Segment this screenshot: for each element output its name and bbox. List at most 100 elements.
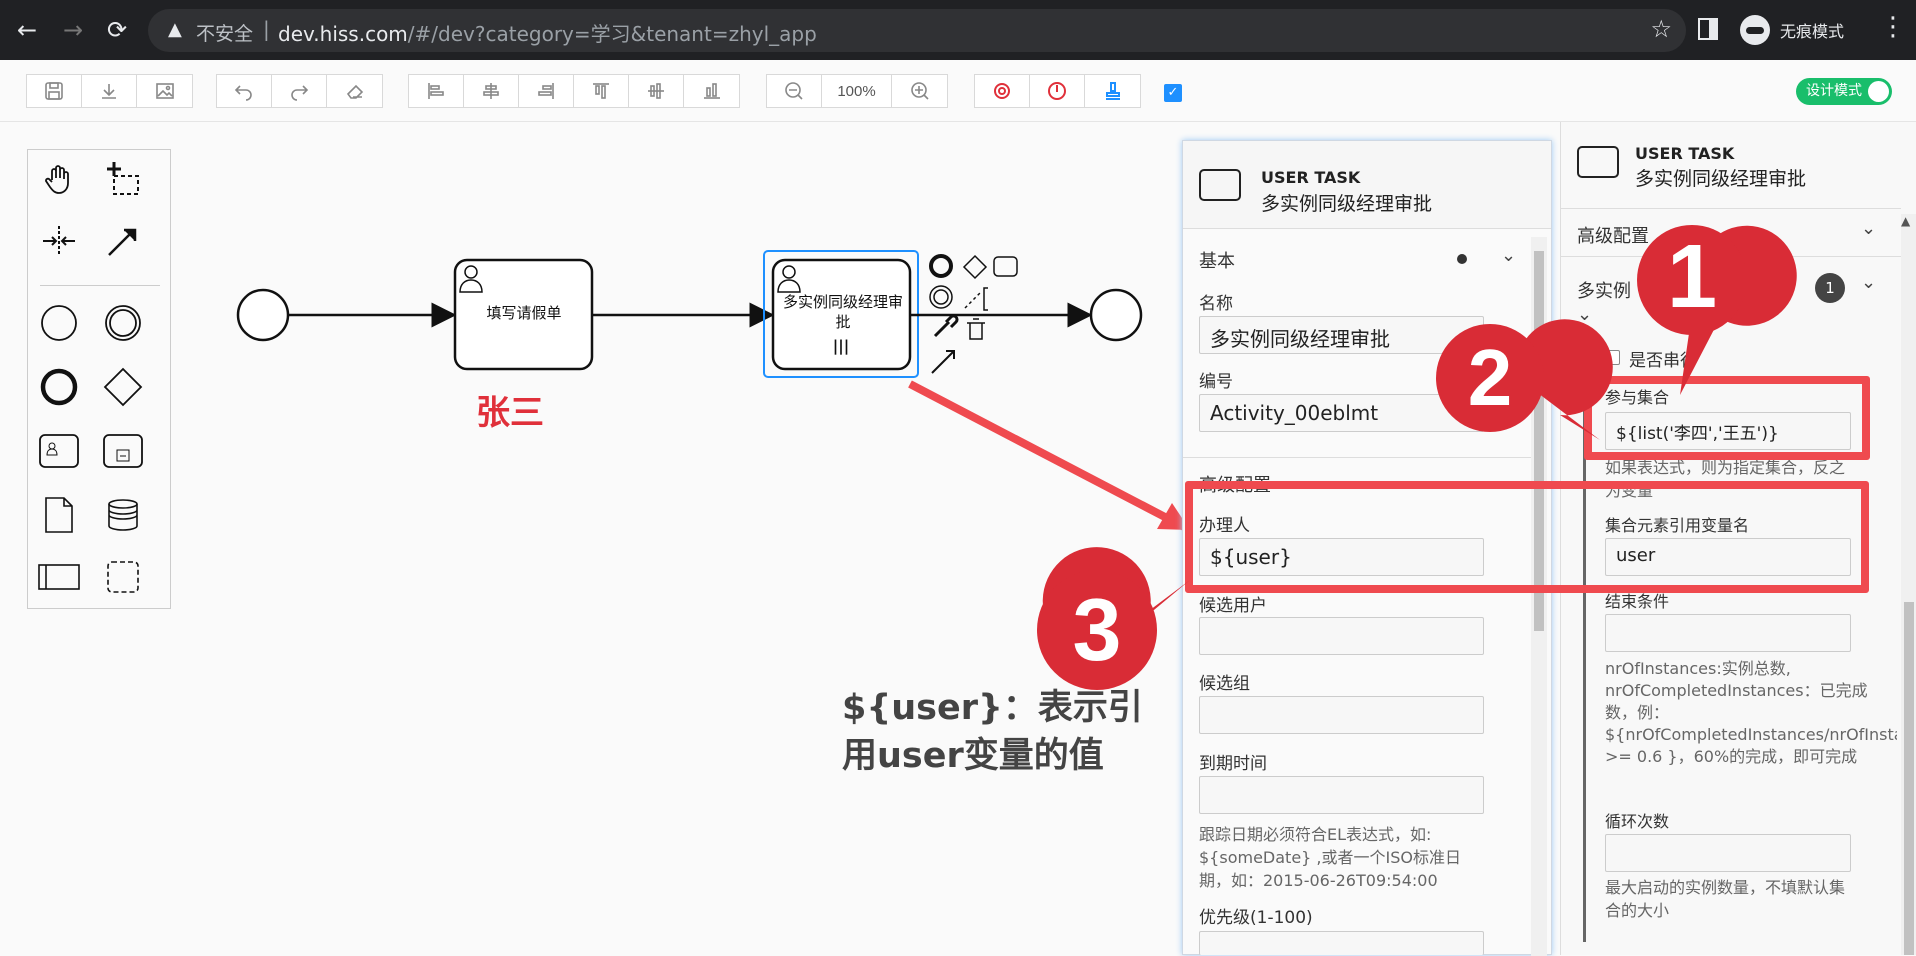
panel-scrollbar-thumb[interactable] (1904, 602, 1914, 955)
chevron-down-icon[interactable]: ⌄ (1861, 272, 1876, 293)
pool-icon[interactable] (38, 556, 80, 598)
user-task-header-icon (1577, 146, 1619, 178)
start-event-icon[interactable] (38, 302, 80, 344)
name-input[interactable]: 多实例同级经理审批 (1199, 316, 1484, 354)
name-label: 名称 (1199, 294, 1233, 314)
power-icon[interactable] (1030, 75, 1085, 107)
delete-icon (967, 318, 985, 340)
url-text[interactable]: dev.hiss.com/#/dev?category=学习&tenant=zh… (278, 18, 817, 47)
intermediate-event-icon[interactable] (102, 302, 144, 344)
download-icon[interactable] (82, 75, 137, 107)
group-multi-title[interactable]: 多实例 (1577, 277, 1631, 303)
id-label: 编号 (1199, 372, 1233, 392)
connect-tool-icon[interactable] (102, 220, 144, 262)
incognito-indicator[interactable]: 无痕模式 (1740, 14, 1844, 46)
candidate-users-label: 候选用户 (1199, 596, 1267, 616)
align-middle-icon[interactable] (629, 75, 684, 107)
zoom-in-icon[interactable] (892, 75, 947, 107)
forward-button[interactable]: → (56, 13, 90, 47)
align-right-icon[interactable] (519, 75, 574, 107)
sequential-checkbox[interactable] (1605, 350, 1620, 365)
append-task-icon (993, 256, 1018, 277)
gateway-icon[interactable] (102, 366, 144, 408)
data-store-icon[interactable] (102, 494, 144, 536)
divider (1561, 208, 1901, 209)
end-event-icon[interactable] (38, 366, 80, 408)
editor-toolbar: 100% ✓ 设计模式 (0, 60, 1916, 122)
task-label-leave: 填写请假单 (486, 304, 562, 322)
zoom-out-icon[interactable] (767, 75, 822, 107)
priority-label: 优先级(1-100) (1199, 908, 1313, 928)
address-bar[interactable]: ▲ 不安全 | dev.hiss.com/#/dev?category=学习&t… (148, 9, 1686, 52)
completion-input[interactable] (1605, 614, 1851, 652)
hand-tool-icon[interactable] (38, 158, 80, 200)
insecure-label[interactable]: 不安全 (196, 19, 253, 46)
image-icon[interactable] (137, 75, 192, 107)
align-bottom-icon[interactable] (684, 75, 739, 107)
checkbox-icon[interactable]: ✓ (1164, 84, 1182, 102)
url-host: dev.hiss.com (278, 22, 408, 46)
end-event[interactable] (1089, 288, 1143, 342)
id-input[interactable]: Activity_00eblmt (1199, 394, 1484, 432)
chevron-down-icon[interactable]: ⌄ (1861, 218, 1876, 239)
element-type: USER TASK (1261, 168, 1361, 187)
loop-label: 循环次数 (1605, 812, 1670, 831)
connect-icon (931, 350, 955, 374)
incognito-label: 无痕模式 (1780, 22, 1845, 41)
explanation-note: ${user}：表示引用user变量的值 (842, 688, 1143, 776)
divider (1183, 457, 1533, 458)
redo-icon[interactable] (272, 75, 327, 107)
align-center-icon[interactable] (464, 75, 519, 107)
browser-menu-icon[interactable]: ⋮ (1880, 12, 1906, 42)
due-date-label: 到期时间 (1199, 754, 1267, 774)
bpmn-canvas[interactable]: 填写请假单 多实例同级经理审批 ||| 张三 ${user}：表示引用user变… (0, 122, 1182, 955)
simulation-icon[interactable] (975, 75, 1030, 107)
scroll-up-arrow-icon[interactable]: ▲ (1901, 214, 1910, 228)
edit-group (216, 74, 383, 108)
user-task-icon[interactable] (38, 430, 80, 472)
side-panel-icon[interactable] (1698, 18, 1718, 40)
loop-input[interactable] (1605, 834, 1851, 872)
stamp-icon[interactable] (1085, 75, 1140, 107)
save-icon[interactable] (27, 75, 82, 107)
subprocess-icon[interactable] (102, 430, 144, 472)
palette-separator (40, 285, 160, 286)
collapse-chevron-icon[interactable]: ⌄ (1577, 304, 1592, 325)
wrench-icon (933, 314, 959, 338)
diagram-svg (236, 250, 1182, 531)
chevron-down-icon[interactable]: ⌄ (1501, 245, 1516, 266)
space-tool-icon[interactable] (38, 220, 80, 262)
sequential-label: 是否串行 (1629, 351, 1697, 371)
start-event[interactable] (236, 288, 290, 342)
warning-icon[interactable]: ▲ (168, 19, 182, 40)
candidate-users-input[interactable] (1199, 617, 1484, 655)
candidate-groups-input[interactable] (1199, 696, 1484, 734)
bookmark-star-icon[interactable]: ☆ (1650, 15, 1672, 43)
group-advanced-title[interactable]: 高级配置 (1577, 222, 1649, 248)
callout-2-number: 2 (1467, 333, 1513, 422)
lasso-tool-icon[interactable] (102, 158, 144, 200)
design-mode-toggle[interactable]: 设计模式 (1796, 78, 1892, 105)
callout-3-number: 3 (1072, 580, 1122, 679)
url-separator: | (263, 17, 270, 41)
file-group (26, 74, 193, 108)
multi-count-badge: 1 (1815, 273, 1845, 303)
priority-input[interactable] (1199, 931, 1484, 955)
reload-button[interactable]: ⟳ (100, 13, 134, 47)
element-name: 多实例同级经理审批 (1261, 193, 1433, 215)
data-object-icon[interactable] (38, 494, 80, 536)
element-name: 多实例同级经理审批 (1635, 168, 1807, 190)
due-date-input[interactable] (1199, 776, 1484, 814)
undo-icon[interactable] (217, 75, 272, 107)
group-basic-title[interactable]: 基本 (1199, 247, 1235, 273)
eraser-icon[interactable] (327, 75, 382, 107)
highlight-collection (1584, 376, 1870, 460)
append-gateway-icon (962, 254, 988, 280)
zoom-group: 100% (766, 74, 948, 108)
zoom-level[interactable]: 100% (822, 75, 892, 107)
group-icon[interactable] (102, 556, 144, 598)
align-left-icon[interactable] (409, 75, 464, 107)
back-button[interactable]: ← (10, 13, 44, 47)
align-top-icon[interactable] (574, 75, 629, 107)
completion-hint: nrOfInstances:实例总数, nrOfCompletedInstanc… (1605, 659, 1897, 766)
